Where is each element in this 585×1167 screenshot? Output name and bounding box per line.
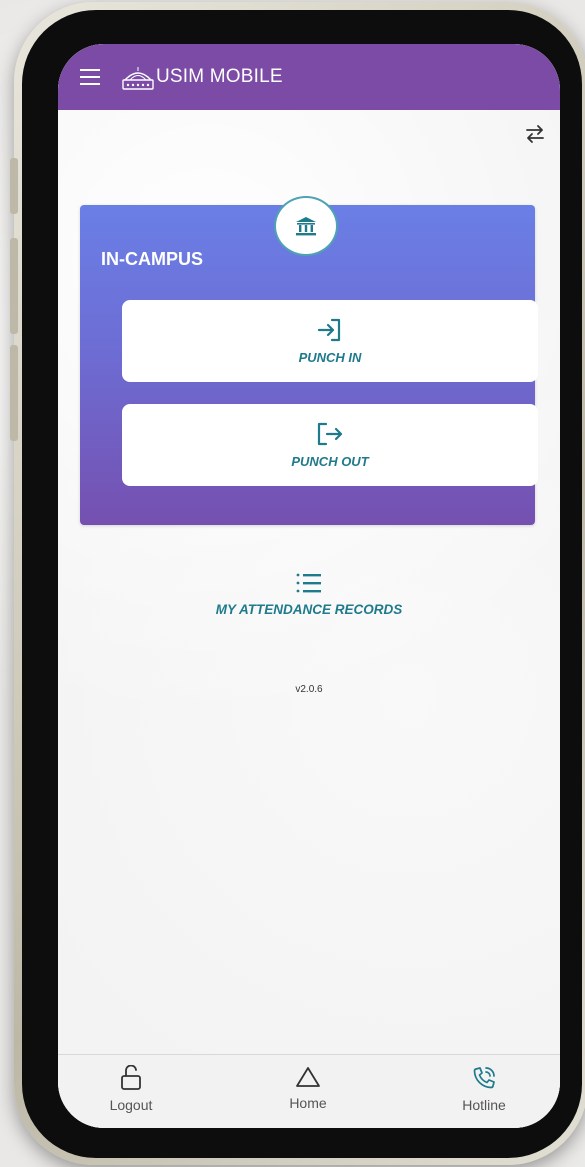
version-text: v2.0.6 xyxy=(295,684,323,695)
bank-icon xyxy=(296,217,316,236)
home-triangle-icon xyxy=(296,1067,320,1087)
nav-logout[interactable]: Logout xyxy=(86,1065,176,1113)
nav-hotline-label: Hotline xyxy=(462,1097,506,1113)
menu-icon[interactable] xyxy=(80,69,100,85)
nav-hotline[interactable]: Hotline xyxy=(439,1065,529,1113)
swap-icon[interactable] xyxy=(524,122,546,146)
nav-logout-label: Logout xyxy=(109,1097,153,1113)
usim-logo-icon xyxy=(122,67,154,90)
login-icon xyxy=(317,318,341,341)
lock-open-icon xyxy=(121,1065,141,1090)
logout-arrow-icon xyxy=(317,422,343,445)
punch-out-button[interactable]: PUNCH OUT xyxy=(122,404,538,486)
punch-out-label: PUNCH OUT xyxy=(291,453,369,469)
punch-in-label: PUNCH IN xyxy=(298,349,362,365)
punch-in-button[interactable]: PUNCH IN xyxy=(122,300,538,382)
app-title: USIM MOBILE xyxy=(156,66,283,87)
nav-home[interactable]: Home xyxy=(263,1065,353,1111)
screen: USIM MOBILE PUNCH IN PUNCH OUT IN-CAMPUS… xyxy=(58,44,560,1128)
card-title: IN-CAMPUS xyxy=(101,249,203,269)
side-button-silent xyxy=(10,158,18,214)
attendance-records-link[interactable]: MY ATTENDANCE RECORDS xyxy=(58,572,560,617)
side-button-volume-down xyxy=(10,345,18,441)
side-button-volume-up xyxy=(10,238,18,334)
nav-home-label: Home xyxy=(289,1095,327,1111)
attendance-records-label: MY ATTENDANCE RECORDS xyxy=(215,602,403,617)
campus-badge xyxy=(274,196,338,256)
app-bar: USIM MOBILE xyxy=(58,44,560,110)
bottom-nav: Logout Home Hotline xyxy=(58,1054,560,1128)
phone-call-icon xyxy=(473,1067,495,1089)
list-icon xyxy=(296,573,321,593)
